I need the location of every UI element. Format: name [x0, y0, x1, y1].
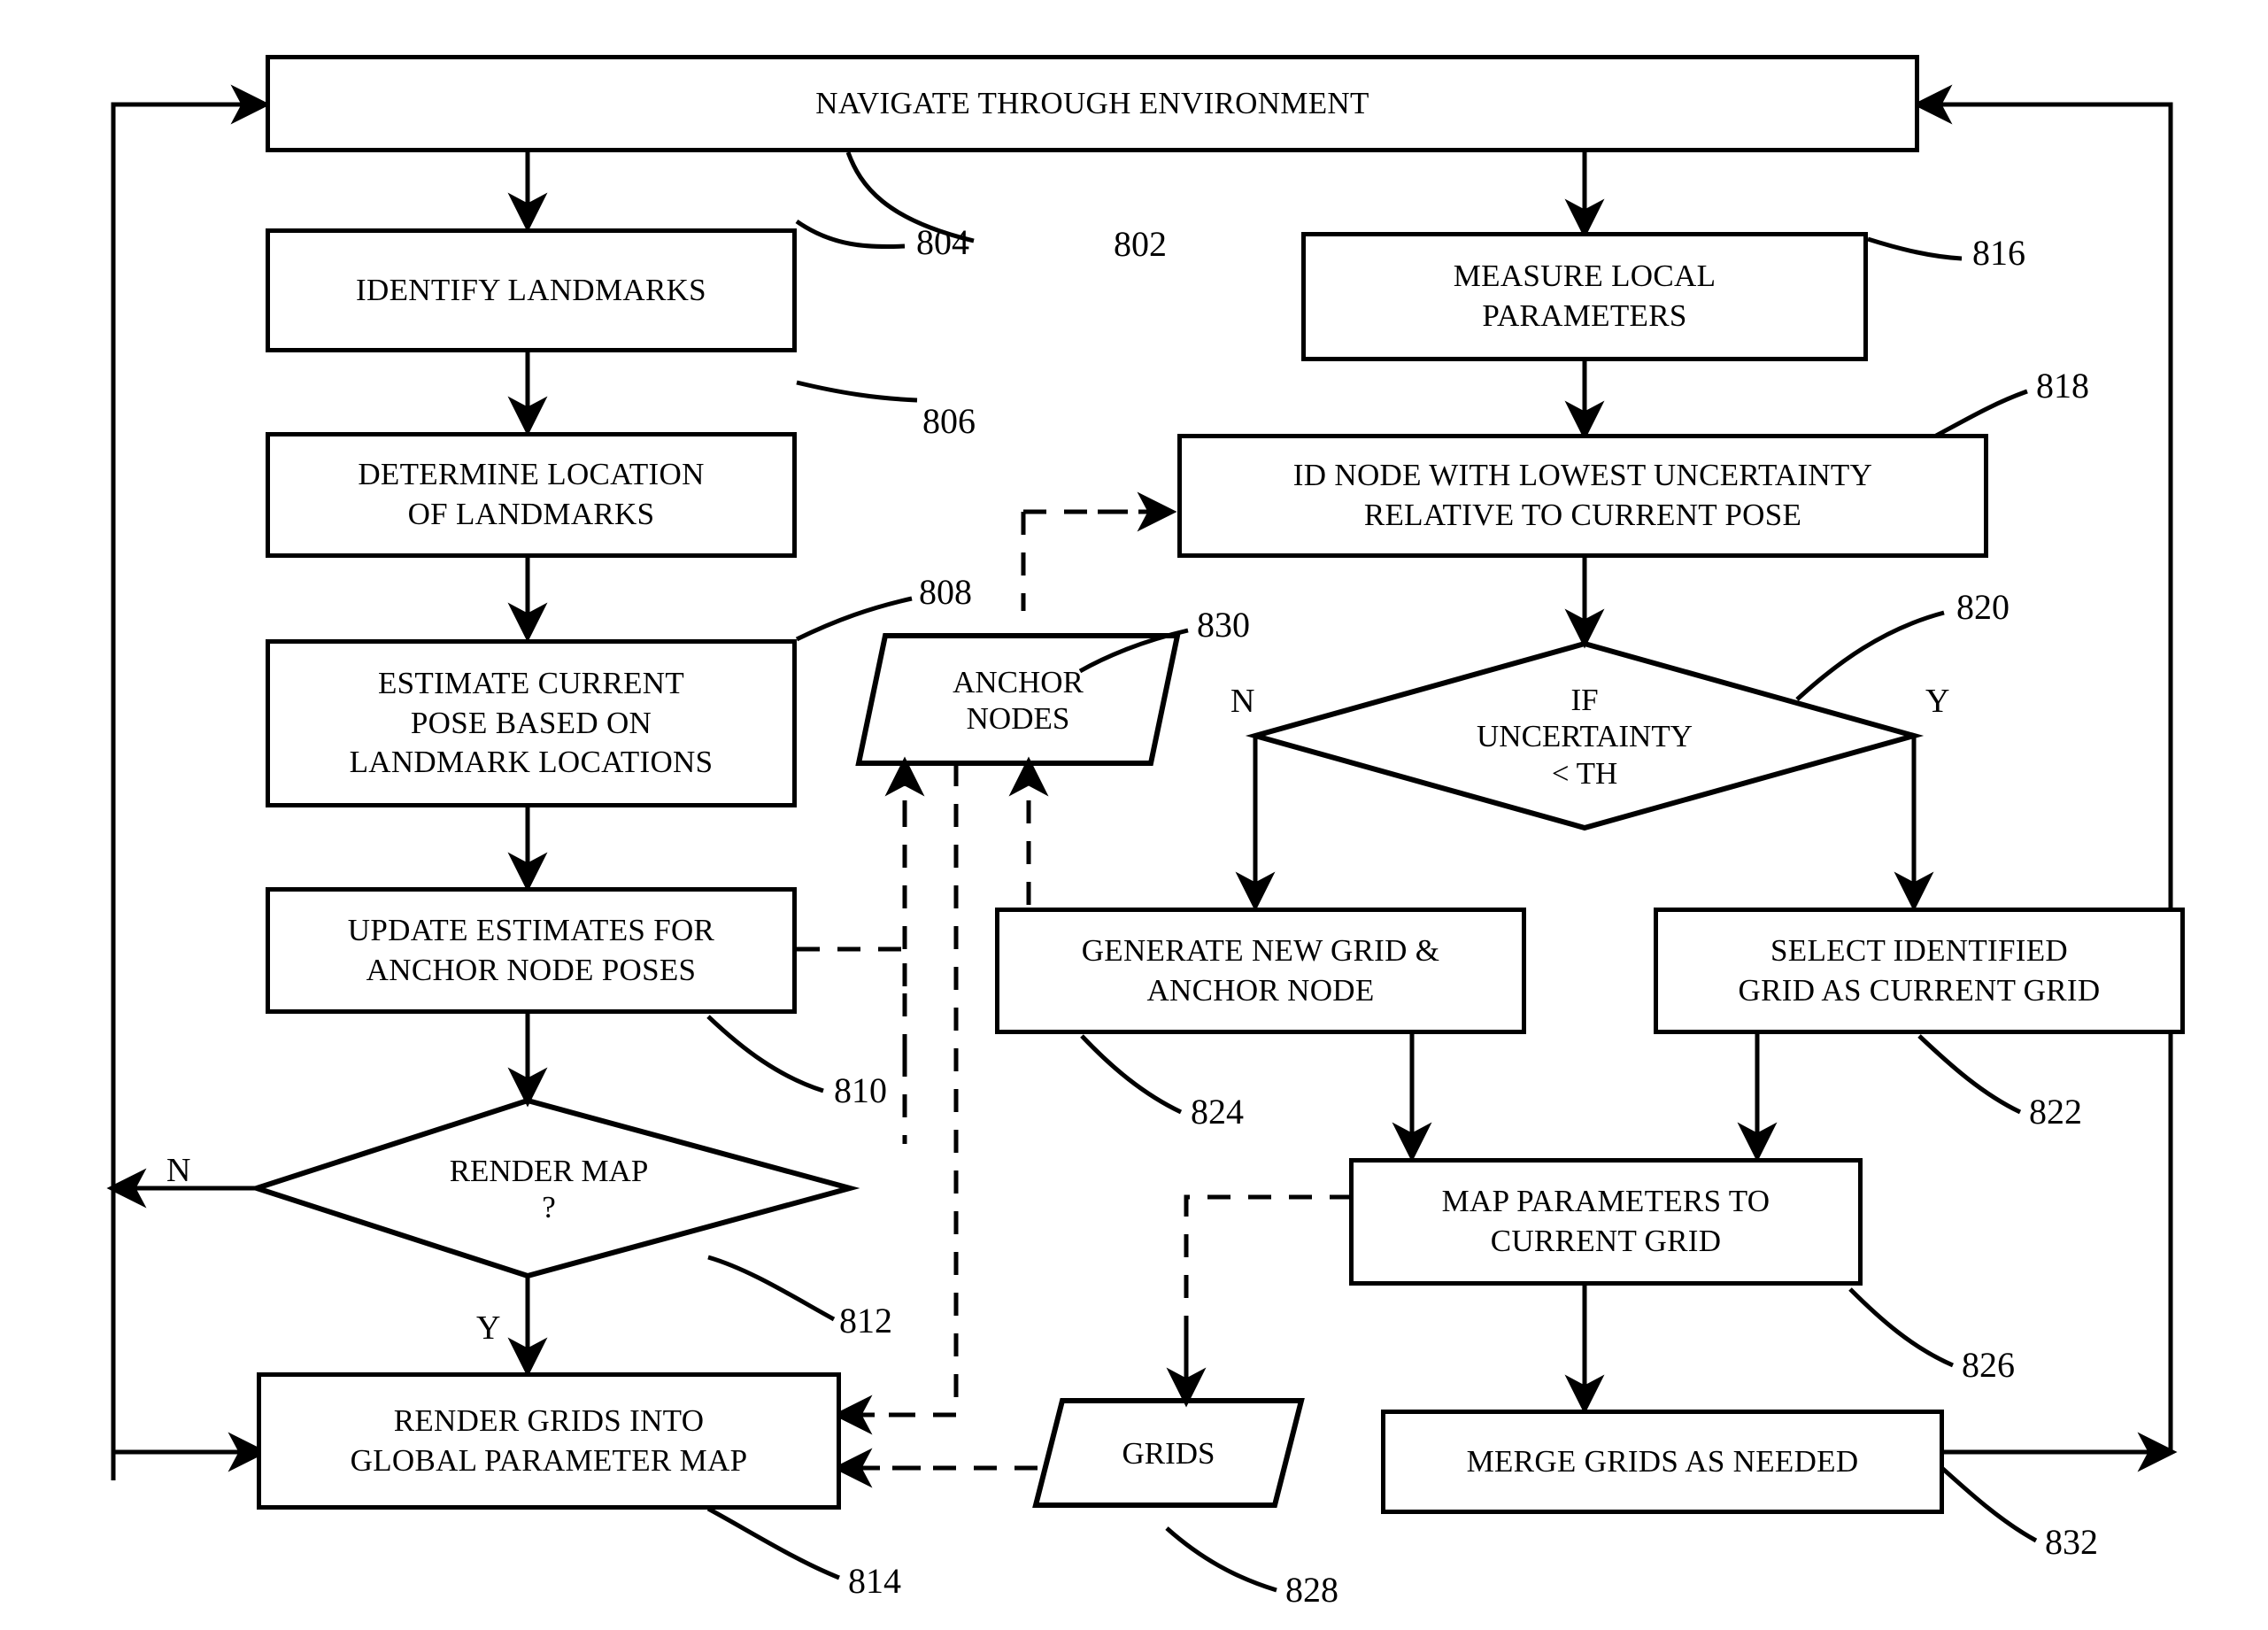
ref-numeral-820: 820	[1956, 587, 2010, 627]
node-label-line1: SELECT IDENTIFIED	[1770, 932, 2068, 968]
node-data-grids[interactable]: GRIDS	[1049, 1413, 1288, 1495]
node-identify-landmarks[interactable]: IDENTIFY LANDMARKS	[266, 228, 797, 352]
node-navigate-through-environment[interactable]: NAVIGATE THROUGH ENVIRONMENT	[266, 55, 1919, 152]
node-label-line2: CURRENT GRID	[1490, 1224, 1722, 1258]
ref-numeral-816: 816	[1972, 233, 2025, 273]
node-estimate-current-pose[interactable]: ESTIMATE CURRENT POSE BASED ON LANDMARK …	[266, 639, 797, 807]
branch-label-uncertainty-no: N	[1230, 683, 1255, 720]
node-label: MERGE GRIDS AS NEEDED	[1466, 1443, 1859, 1479]
branch-label-uncertainty-yes: Y	[1925, 683, 1950, 720]
ref-numeral-806: 806	[922, 401, 976, 441]
node-decision-render-map[interactable]: RENDER MAP ?	[372, 1124, 726, 1254]
ref-numeral-802: 802	[1114, 224, 1167, 264]
ref-numeral-822: 822	[2029, 1092, 2082, 1132]
node-merge-grids-as-needed[interactable]: MERGE GRIDS AS NEEDED	[1381, 1410, 1944, 1514]
node-label-line1: UPDATE ESTIMATES FOR	[347, 912, 715, 947]
ref-numeral-808: 808	[919, 572, 972, 612]
node-label-line2: NODES	[966, 701, 1070, 736]
ref-numeral-810: 810	[834, 1070, 887, 1110]
node-update-estimates-anchor-node-poses[interactable]: UPDATE ESTIMATES FOR ANCHOR NODE POSES	[266, 887, 797, 1014]
node-label: NAVIGATE THROUGH ENVIRONMENT	[815, 85, 1369, 120]
node-label-line2: POSE BASED ON	[410, 705, 652, 740]
node-label-line2: GLOBAL PARAMETER MAP	[350, 1442, 748, 1478]
node-label-line2: ?	[542, 1190, 556, 1224]
node-label-line1: MAP PARAMETERS TO	[1441, 1184, 1770, 1219]
flowchart-figure: NAVIGATE THROUGH ENVIRONMENT IDENTIFY LA…	[0, 0, 2268, 1630]
node-label-line2: ANCHOR NODE POSES	[366, 952, 697, 987]
node-label-line1: ANCHOR	[953, 664, 1084, 699]
branch-label-render-map-yes: Y	[476, 1309, 501, 1347]
node-label-line1: IF	[1570, 683, 1599, 718]
branch-label-render-map-no: N	[166, 1152, 191, 1189]
node-render-grids-into-global-parameter-map[interactable]: RENDER GRIDS INTO GLOBAL PARAMETER MAP	[257, 1372, 841, 1510]
node-label-line2: ANCHOR NODE	[1146, 972, 1375, 1008]
node-label-line2: PARAMETERS	[1482, 298, 1687, 333]
node-measure-local-parameters[interactable]: MEASURE LOCAL PARAMETERS	[1301, 232, 1868, 361]
node-label-line1: RENDER MAP	[449, 1153, 649, 1188]
ref-numeral-814: 814	[848, 1561, 901, 1601]
node-data-anchor-nodes[interactable]: ANCHOR NODES	[885, 643, 1151, 758]
node-id-node-lowest-uncertainty[interactable]: ID NODE WITH LOWEST UNCERTAINTY RELATIVE…	[1177, 434, 1988, 558]
node-label-line1: GENERATE NEW GRID &	[1081, 932, 1440, 968]
node-label-line1: ESTIMATE CURRENT	[377, 666, 685, 701]
node-label-line1: ID NODE WITH LOWEST UNCERTAINTY	[1292, 458, 1873, 493]
node-label-line2: GRID AS CURRENT GRID	[1738, 972, 2101, 1008]
ref-numeral-832: 832	[2045, 1522, 2098, 1562]
ref-numeral-828: 828	[1285, 1570, 1338, 1610]
ref-numeral-818: 818	[2036, 366, 2089, 406]
ref-numeral-824: 824	[1191, 1092, 1244, 1132]
node-label-line3: LANDMARK LOCATIONS	[349, 745, 714, 780]
ref-numeral-830: 830	[1197, 605, 1250, 645]
node-label-line2: OF LANDMARKS	[407, 497, 655, 531]
node-generate-new-grid-and-anchor-node[interactable]: GENERATE NEW GRID & ANCHOR NODE	[995, 908, 1526, 1034]
ref-numeral-826: 826	[1962, 1345, 2015, 1385]
node-label-line1: DETERMINE LOCATION	[358, 457, 705, 492]
ref-numeral-804: 804	[916, 222, 969, 262]
node-label: GRIDS	[1122, 1436, 1215, 1472]
node-label-line3: < TH	[1551, 755, 1618, 791]
node-label: IDENTIFY LANDMARKS	[356, 272, 706, 307]
node-map-parameters-to-current-grid[interactable]: MAP PARAMETERS TO CURRENT GRID	[1349, 1158, 1863, 1286]
node-select-identified-grid[interactable]: SELECT IDENTIFIED GRID AS CURRENT GRID	[1654, 908, 2185, 1034]
ref-numeral-812: 812	[839, 1301, 892, 1340]
node-label-line1: RENDER GRIDS INTO	[393, 1402, 705, 1438]
node-label-line2: UNCERTAINTY	[1477, 719, 1693, 754]
node-label-line2: RELATIVE TO CURRENT POSE	[1363, 498, 1802, 532]
node-decision-if-uncertainty-lt-threshold[interactable]: IF UNCERTAINTY < TH	[1416, 666, 1753, 807]
node-determine-location-of-landmarks[interactable]: DETERMINE LOCATION OF LANDMARKS	[266, 432, 797, 558]
node-label-line1: MEASURE LOCAL	[1453, 259, 1716, 294]
